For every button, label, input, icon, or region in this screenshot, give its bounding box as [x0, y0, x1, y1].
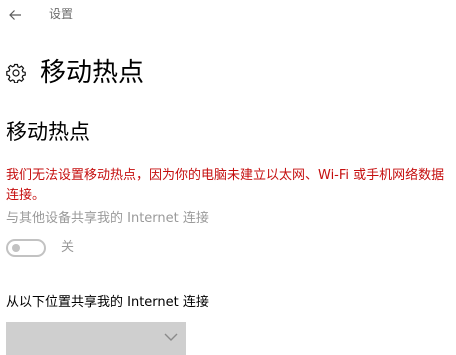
toggle-knob: [12, 244, 20, 252]
share-connection-label: 与其他设备共享我的 Internet 连接: [6, 211, 209, 226]
toggle-state-label: 关: [61, 240, 75, 255]
gear-icon: [5, 62, 27, 84]
window-title: 设置: [49, 7, 74, 21]
page-title: 移动热点: [40, 58, 145, 88]
share-from-label: 从以下位置共享我的 Internet 连接: [6, 295, 209, 310]
share-from-dropdown[interactable]: [6, 322, 186, 355]
title-bar: 设置: [0, 0, 456, 30]
error-message: 我们无法设置移动热点，因为你的电脑未建立以太网、Wi-Fi 或手机网络数据连接。: [6, 168, 445, 203]
chevron-down-icon: [164, 333, 178, 341]
back-button[interactable]: [2, 2, 28, 28]
page-header: 移动热点: [5, 56, 144, 90]
section-title: 移动热点: [6, 120, 90, 144]
share-toggle-switch[interactable]: [6, 239, 46, 257]
back-arrow-icon: [9, 10, 21, 20]
